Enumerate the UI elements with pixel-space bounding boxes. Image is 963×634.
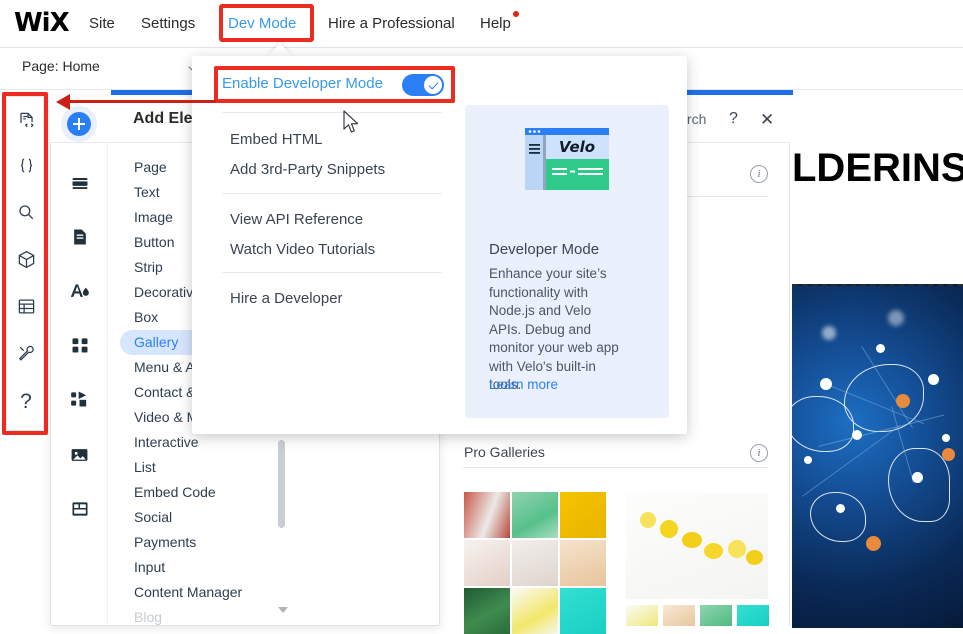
mouse-cursor — [343, 110, 361, 140]
dropdown-divider — [222, 112, 442, 113]
annotation-highlight-toggle — [214, 66, 455, 103]
text-icon[interactable] — [51, 278, 108, 304]
gallery-thumbnail[interactable] — [464, 492, 510, 538]
close-icon[interactable]: ✕ — [760, 110, 774, 130]
scroll-down-arrow-icon[interactable] — [278, 607, 288, 613]
strip-icon[interactable] — [51, 170, 108, 196]
layout-icon[interactable] — [51, 496, 108, 522]
gallery-thumbnail[interactable] — [560, 588, 606, 634]
plus-icon — [67, 112, 91, 136]
lemon-shape — [728, 540, 746, 558]
add-category-item[interactable]: Payments — [120, 530, 290, 555]
developer-mode-card-body: Enhance your site’s functionality with N… — [489, 266, 619, 392]
menu-item-embed-html[interactable]: Embed HTML — [230, 131, 323, 148]
velo-illustration: Velo — [525, 128, 609, 190]
canvas-globe-image[interactable] — [792, 284, 963, 628]
page-section-icon[interactable] — [51, 224, 108, 250]
pro-gallery-strip-thumb[interactable] — [663, 605, 695, 626]
lemon-shape — [746, 550, 763, 565]
learn-more-link[interactable]: Learn more — [489, 377, 558, 392]
dropdown-divider — [222, 272, 442, 273]
lemon-shape — [640, 512, 656, 528]
lemon-shape — [660, 520, 678, 538]
annotation-highlight-dev-mode — [219, 4, 314, 42]
svg-text:Velo: Velo — [559, 138, 595, 156]
info-icon-grid-galleries[interactable]: i — [750, 165, 768, 183]
gallery-thumbnail[interactable] — [512, 588, 558, 634]
add-category-item[interactable]: Input — [120, 555, 290, 580]
menu-site[interactable]: Site — [89, 13, 115, 35]
add-category-item[interactable]: Content Manager — [120, 580, 290, 605]
menu-item-add-3rd-party-snippets[interactable]: Add 3rd-Party Snippets — [230, 161, 385, 178]
gallery-thumbnail[interactable] — [464, 588, 510, 634]
add-category-item[interactable]: Blog — [120, 605, 290, 630]
menu-item-watch-video-tutorials[interactable]: Watch Video Tutorials — [230, 241, 375, 258]
menu-item-hire-a-developer[interactable]: Hire a Developer — [230, 290, 343, 307]
gallery-thumbnail[interactable] — [560, 540, 606, 586]
gallery-thumbnail[interactable] — [512, 492, 558, 538]
gallery-thumbnail[interactable] — [512, 540, 558, 586]
menu-item-view-api-reference[interactable]: View API Reference — [230, 211, 363, 228]
developer-mode-card-title: Developer Mode — [489, 241, 600, 258]
category-scrollbar-thumb[interactable] — [278, 440, 285, 528]
menu-hire-a-professional[interactable]: Hire a Professional — [328, 13, 455, 35]
pro-gallery-strip-thumb[interactable] — [700, 605, 732, 626]
dropdown-divider — [222, 193, 442, 194]
help-question-icon[interactable]: ? — [729, 110, 738, 128]
canvas-heading-text[interactable]: LDERINS — [792, 146, 963, 191]
add-category-item[interactable]: Social — [120, 505, 290, 530]
annotation-arrow-line — [68, 100, 216, 103]
section-divider-pro — [463, 467, 768, 468]
lemon-shape — [704, 543, 723, 559]
image-icon[interactable] — [51, 442, 108, 468]
help-notification-dot — [513, 11, 519, 17]
gallery-thumbnail[interactable] — [464, 540, 510, 586]
annotation-highlight-velo-sidebar — [2, 92, 48, 435]
interactive-icon[interactable] — [51, 386, 108, 412]
add-category-item[interactable]: List — [120, 455, 290, 480]
wix-logo[interactable]: WiX — [14, 8, 70, 38]
gallery-thumbnail[interactable] — [560, 492, 606, 538]
pro-gallery-strip-thumb[interactable] — [737, 605, 769, 626]
menu-help[interactable]: Help — [480, 13, 511, 35]
add-category-item[interactable]: Embed Code — [120, 480, 290, 505]
info-icon-pro-galleries[interactable]: i — [750, 444, 768, 462]
menu-settings[interactable]: Settings — [141, 13, 195, 35]
page-selector-label[interactable]: Page: Home — [22, 58, 100, 74]
top-menu-bar: WiX Site Settings Dev Mode Hire a Profes… — [0, 0, 963, 48]
pro-gallery-strip-thumb[interactable] — [626, 605, 658, 626]
grid-icon[interactable] — [51, 332, 108, 358]
section-title-pro-galleries: Pro Galleries — [464, 444, 545, 460]
lemon-shape — [682, 532, 702, 548]
add-element-plus-button[interactable] — [61, 106, 97, 142]
annotation-arrow-head — [56, 94, 70, 110]
add-elements-icon-rail — [51, 143, 108, 625]
